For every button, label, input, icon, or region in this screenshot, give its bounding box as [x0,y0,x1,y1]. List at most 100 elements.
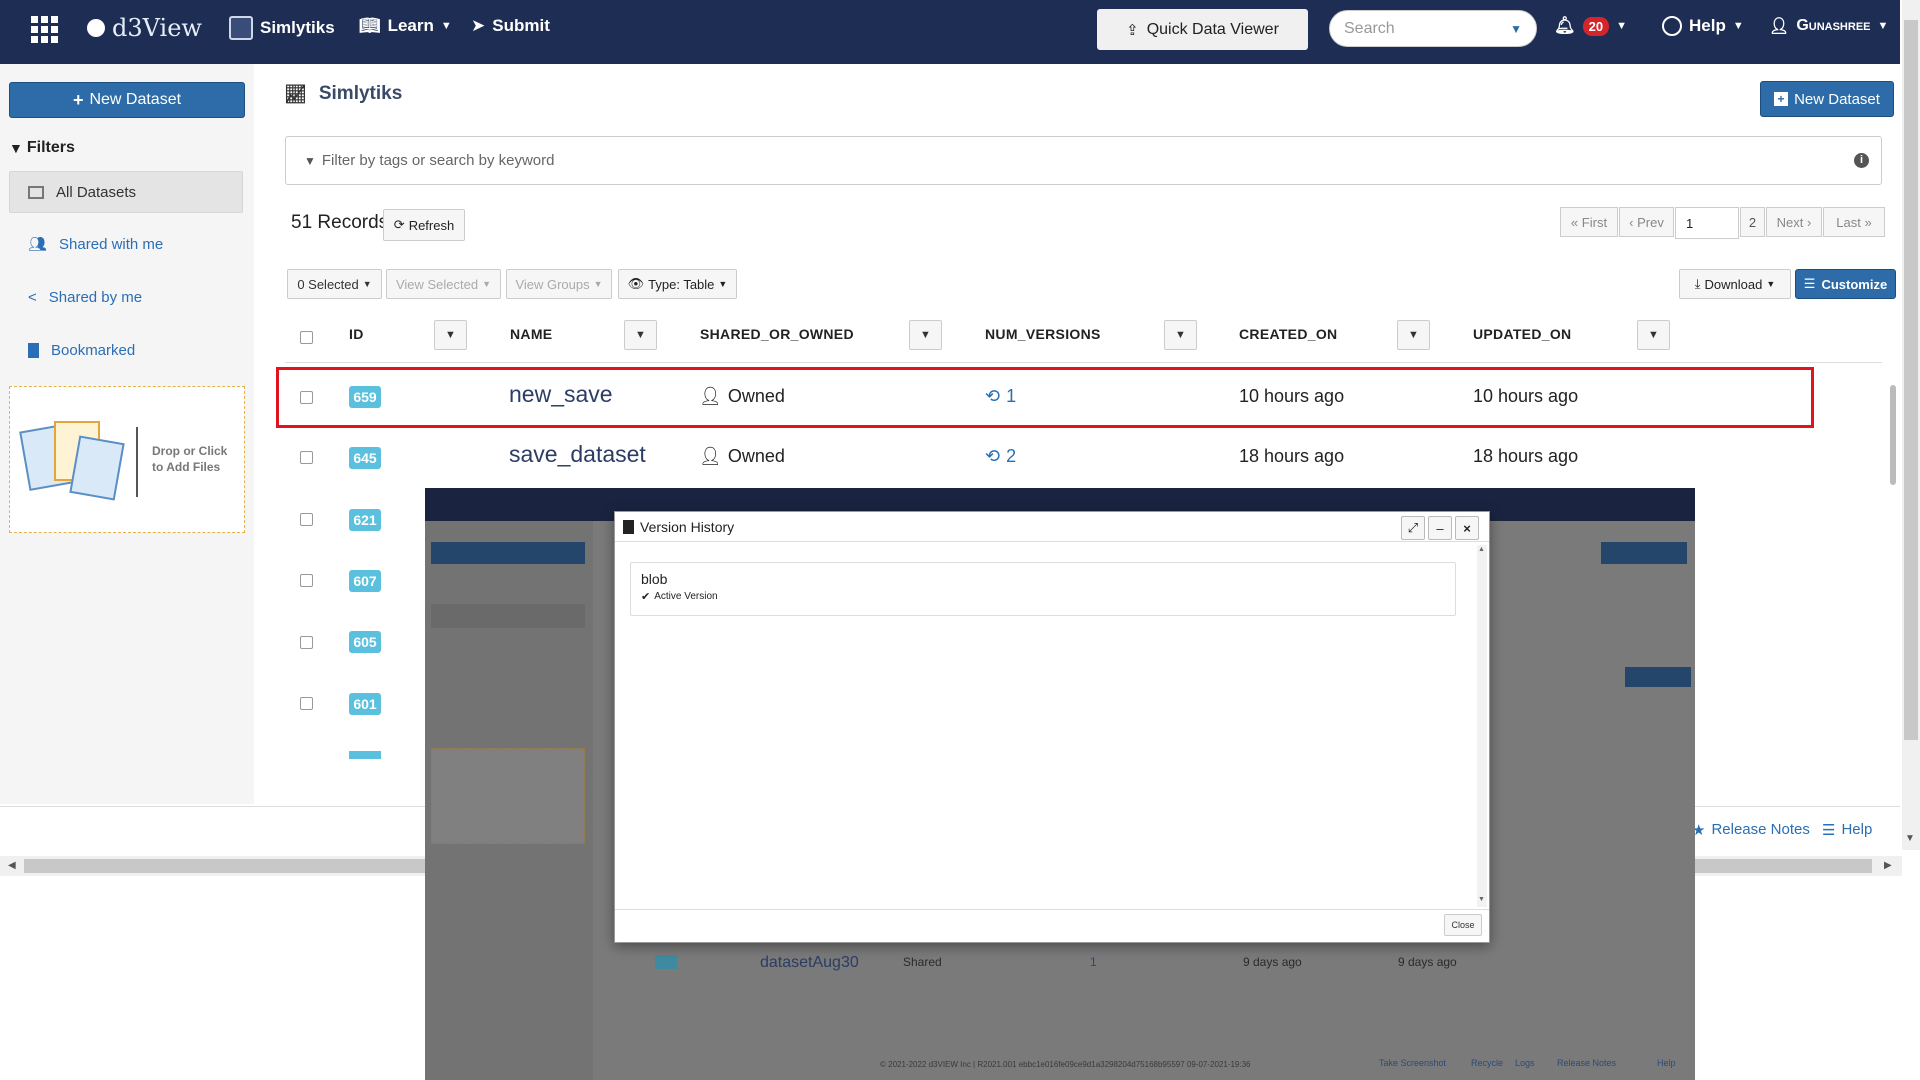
file-drop-zone[interactable]: Drop or Click to Add Files [9,386,245,533]
row-checkbox[interactable] [300,636,313,649]
quick-data-viewer-button[interactable]: ⇪ Quick Data Viewer [1097,9,1308,50]
row-name-link[interactable]: save_dataset [509,441,646,468]
col-header-num-versions[interactable]: NUM_VERSIONS [985,326,1101,342]
scroll-up-icon[interactable]: ▲ [1478,546,1485,553]
nav-help[interactable]: Help ▼ [1662,16,1744,36]
highlight-box [276,367,1814,428]
col-header-shared-or-owned[interactable]: SHARED_OR_OWNED [700,326,854,342]
search-input[interactable]: Search ▼ [1329,10,1537,47]
scroll-down-icon[interactable]: ▼ [1905,833,1915,844]
row-versions-link[interactable]: ⟲ 1 [985,386,1016,407]
version-history-modal: Version History ⤢ – × blob ✔ Active Vers… [614,511,1490,943]
row-checkbox[interactable] [300,391,313,404]
user-menu[interactable]: 👤︎ Gunashree ▼ [1769,16,1888,36]
apps-grid-icon[interactable] [31,16,58,43]
new-dataset-button[interactable]: + New Dataset [1760,81,1894,117]
inner-scrollbar[interactable] [1890,385,1896,485]
chart-icon [229,16,253,40]
double-left-icon: « [1570,214,1579,230]
sliders-icon: ☰ [1803,276,1816,291]
maximize-button[interactable]: ⤢ [1401,516,1425,540]
col-header-id[interactable]: ID [349,326,364,342]
scroll-down-icon[interactable]: ▼ [1478,896,1485,903]
row-id-badge[interactable]: 605 [349,631,381,653]
filter-search-input[interactable]: ▼ Filter by tags or search by keyword i [285,136,1882,185]
row-created-on: 18 hours ago [1239,446,1345,466]
type-dropdown[interactable]: 👁︎ Type: Table ▼ [618,269,737,299]
download-dropdown[interactable]: ⤓ Download ▼ [1679,269,1791,299]
row-id-badge[interactable]: 607 [349,570,381,592]
caret-down-icon: ▼ [1766,279,1776,289]
scroll-right-icon[interactable]: ▶ [1884,860,1892,871]
select-all-checkbox[interactable] [300,331,313,344]
customize-button[interactable]: ☰ Customize [1795,269,1896,299]
pager-page-2[interactable]: 2 [1740,207,1765,237]
row-id-badge[interactable]: 601 [349,693,381,715]
nav-simlytiks[interactable]: Simlytiks [229,16,335,40]
files-illustration-icon [19,417,125,503]
col-header-name[interactable]: NAME [510,326,552,342]
footer-release-notes[interactable]: ★ Release Notes [1692,821,1810,839]
col-header-created-on[interactable]: CREATED_ON [1239,326,1337,342]
user-icon: 👤︎ [1769,18,1790,35]
scroll-left-icon[interactable]: ◀ [8,860,16,871]
filter-icon: ▼ [304,153,316,168]
list-icon: ☰ [1822,822,1836,839]
version-card[interactable]: blob ✔ Active Version [630,562,1456,616]
col-id-menu-button[interactable]: ▼ [434,320,467,350]
col-created-menu-button[interactable]: ▼ [1397,320,1430,350]
sidebar-item-shared-by-me[interactable]: < Shared by me [28,289,142,306]
sidebar-item-bookmarked[interactable]: Bookmarked [28,342,135,359]
row-id-badge[interactable]: 645 [349,447,381,469]
brand-logo[interactable]: d3View [87,14,202,42]
col-owned-menu-button[interactable]: ▼ [909,320,942,350]
row-name-link[interactable]: new_save [509,381,613,408]
backdrop-all-datasets [431,604,585,628]
drop-divider [136,427,138,497]
view-groups-dropdown[interactable]: View Groups ▼ [506,269,612,299]
backdrop-row-badge [655,955,677,969]
nav-learn[interactable]: 📖︎ Learn ▼ [359,16,452,36]
info-icon[interactable]: i [1854,153,1869,168]
row-checkbox[interactable] [300,451,313,464]
col-versions-menu-button[interactable]: ▼ [1164,320,1197,350]
close-x-button[interactable]: × [1455,516,1479,540]
page-number-input[interactable]: 1 [1675,207,1739,239]
view-selected-dropdown[interactable]: View Selected ▼ [386,269,501,299]
row-id-badge[interactable]: 659 [349,386,381,408]
notifications[interactable]: 🔔︎ 20 ▼ [1554,16,1627,36]
footer-help[interactable]: ☰ Help [1822,821,1872,839]
modal-scrollbar[interactable] [1477,545,1487,907]
pager-prev[interactable]: ‹ Prev [1619,207,1674,237]
pager-last[interactable]: Last » [1823,207,1885,237]
backdrop-logs: Logs [1515,1058,1535,1068]
sidebar-new-dataset-button[interactable]: + New Dataset [9,82,245,118]
col-updated-menu-button[interactable]: ▼ [1637,320,1670,350]
line-chart-icon: 📈︎ [284,83,307,104]
minimize-button[interactable]: – [1428,516,1452,540]
search-dropdown-icon[interactable]: ▼ [1510,22,1522,36]
caret-down-icon: ▼ [482,279,492,289]
sidebar-item-shared-with-me[interactable]: 👥︎ Shared with me [28,235,163,254]
col-name-menu-button[interactable]: ▼ [624,320,657,350]
pager-first[interactable]: « First [1560,207,1618,237]
download-icon: ⤓ [1694,276,1701,291]
row-id-badge[interactable]: 621 [349,509,381,531]
pager-next[interactable]: Next › [1766,207,1822,237]
nav-submit[interactable]: ➤ Submit [471,16,550,36]
modal-footer-divider [615,909,1489,910]
row-versions-link[interactable]: ⟲ 2 [985,446,1016,467]
row-checkbox[interactable] [300,574,313,587]
selected-dropdown[interactable]: 0 Selected ▼ [287,269,382,299]
chevron-right-icon: › [1807,214,1812,230]
refresh-button[interactable]: ⟳ Refresh [383,209,465,241]
backdrop-new-dataset [431,542,585,564]
page-scrollbar-thumb[interactable] [1904,20,1918,740]
row-checkbox[interactable] [300,513,313,526]
row-checkbox[interactable] [300,697,313,710]
modal-header: Version History [615,512,1489,542]
sidebar-item-all-datasets[interactable]: All Datasets [9,171,243,213]
modal-close-button[interactable]: Close [1444,914,1482,936]
col-header-updated-on[interactable]: UPDATED_ON [1473,326,1571,342]
notification-count: 20 [1582,16,1610,36]
